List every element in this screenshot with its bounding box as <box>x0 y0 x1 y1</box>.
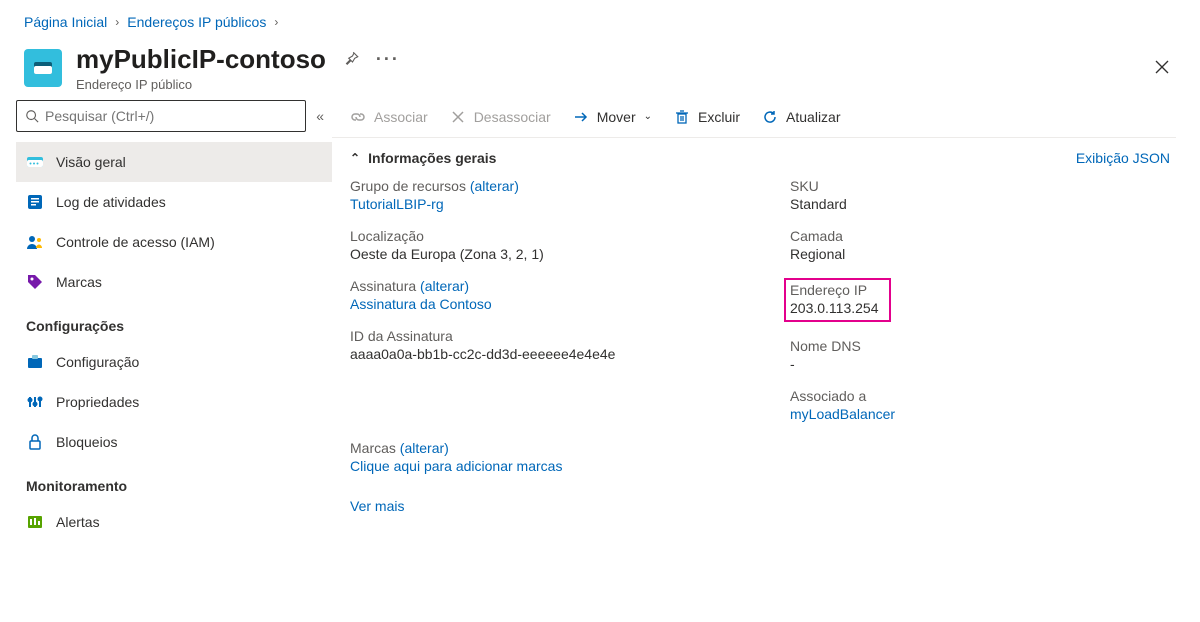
configuration-icon <box>26 353 44 371</box>
move-button[interactable]: Mover ⌄ <box>573 109 652 125</box>
add-tags-link[interactable]: Clique aqui para adicionar marcas <box>350 458 562 474</box>
trash-icon <box>674 109 690 125</box>
change-resource-group-link[interactable]: (alterar) <box>470 178 519 194</box>
chevron-down-icon: ⌄ <box>644 111 652 122</box>
overview-icon <box>26 153 44 171</box>
close-button[interactable] <box>1148 53 1176 84</box>
essentials-location: Localização Oeste da Europa (Zona 3, 2, … <box>350 228 730 262</box>
refresh-icon <box>762 109 778 125</box>
lock-icon <box>26 433 44 451</box>
sidebar-item-label: Alertas <box>56 514 100 530</box>
breadcrumb: Página Inicial › Endereços IP públicos › <box>0 0 1200 38</box>
sidebar-item-properties[interactable]: Propriedades <box>16 382 332 422</box>
essentials-subscription: Assinatura (alterar) Assinatura da Conto… <box>350 278 730 312</box>
json-view-link[interactable]: Exibição JSON <box>1076 150 1170 166</box>
resource-group-link[interactable]: TutorialLBIP-rg <box>350 196 444 212</box>
sidebar-item-iam[interactable]: Controle de acesso (IAM) <box>16 222 332 262</box>
associated-resource-link[interactable]: myLoadBalancer <box>790 406 895 422</box>
properties-icon <box>26 393 44 411</box>
chevron-up-icon: ⌃ <box>350 151 360 165</box>
associate-button[interactable]: Associar <box>350 109 428 125</box>
change-tags-link[interactable]: (alterar) <box>400 440 449 456</box>
sidebar-group-monitoring: Monitoramento <box>16 462 332 502</box>
log-icon <box>26 193 44 211</box>
command-bar: Associar Desassociar Mover ⌄ Excluir <box>332 96 1176 138</box>
see-more-link[interactable]: Ver mais <box>350 498 404 514</box>
sidebar-item-label: Log de atividades <box>56 194 166 210</box>
sidebar-item-configuration[interactable]: Configuração <box>16 342 332 382</box>
change-subscription-link[interactable]: (alterar) <box>420 278 469 294</box>
delete-button[interactable]: Excluir <box>674 109 740 125</box>
close-icon <box>450 109 466 125</box>
essentials-tags: Marcas (alterar) Clique aqui para adicio… <box>332 422 1176 474</box>
sidebar-item-label: Marcas <box>56 274 102 290</box>
sidebar-item-overview[interactable]: Visão geral <box>16 142 332 182</box>
disassociate-button[interactable]: Desassociar <box>450 109 551 125</box>
essentials-associated-to: Associado a myLoadBalancer <box>790 388 1170 422</box>
link-icon <box>350 109 366 125</box>
resource-type-icon <box>24 49 62 87</box>
pin-icon[interactable] <box>342 44 360 75</box>
essentials-dns-name: Nome DNS - <box>790 338 1170 372</box>
breadcrumb-home[interactable]: Página Inicial <box>24 14 107 30</box>
search-icon <box>25 109 39 123</box>
sidebar-group-settings: Configurações <box>16 302 332 342</box>
sidebar-item-activity-log[interactable]: Log de atividades <box>16 182 332 222</box>
refresh-button[interactable]: Atualizar <box>762 109 840 125</box>
ip-highlight-box: Endereço IP 203.0.113.254 <box>784 278 891 322</box>
chevron-right-icon: › <box>115 15 119 29</box>
essentials-sku: SKU Standard <box>790 178 1170 212</box>
more-icon[interactable]: ··· <box>376 49 400 70</box>
collapse-sidebar-button[interactable]: « <box>316 104 332 128</box>
sidebar-item-alerts[interactable]: Alertas <box>16 502 332 542</box>
chevron-right-icon: › <box>274 15 278 29</box>
sidebar-item-label: Visão geral <box>56 154 126 170</box>
sidebar-item-label: Configuração <box>56 354 139 370</box>
arrow-right-icon <box>573 109 589 125</box>
sidebar-item-locks[interactable]: Bloqueios <box>16 422 332 462</box>
essentials-ip-address: Endereço IP 203.0.113.254 <box>790 278 1170 322</box>
sidebar-item-tags[interactable]: Marcas <box>16 262 332 302</box>
search-input-wrap[interactable] <box>16 100 306 132</box>
sidebar-item-label: Bloqueios <box>56 434 118 450</box>
subscription-link[interactable]: Assinatura da Contoso <box>350 296 492 312</box>
breadcrumb-level2[interactable]: Endereços IP públicos <box>127 14 266 30</box>
page-title: myPublicIP-contoso <box>76 44 326 75</box>
essentials-toggle[interactable]: ⌃ Informações gerais <box>350 150 496 166</box>
search-input[interactable] <box>45 108 297 124</box>
essentials-subscription-id: ID da Assinatura aaaa0a0a-bb1b-cc2c-dd3d… <box>350 328 730 362</box>
tag-icon <box>26 273 44 291</box>
page-subtitle: Endereço IP público <box>76 77 1148 92</box>
sidebar-item-label: Controle de acesso (IAM) <box>56 234 215 250</box>
alerts-icon <box>26 513 44 531</box>
iam-icon <box>26 233 44 251</box>
sidebar-item-label: Propriedades <box>56 394 139 410</box>
essentials-resource-group: Grupo de recursos (alterar) TutorialLBIP… <box>350 178 730 212</box>
essentials-tier: Camada Regional <box>790 228 1170 262</box>
